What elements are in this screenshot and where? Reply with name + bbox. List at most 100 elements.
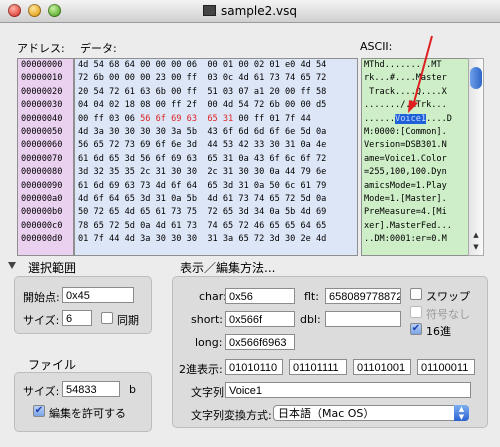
scroll-down-arrow[interactable]: ▼ (469, 241, 483, 253)
ascii-selection[interactable]: Voice1 (395, 113, 427, 124)
long-field[interactable]: 0x566f6963 (225, 334, 295, 350)
short-label: short: (191, 313, 223, 326)
address-row: 00000040 (21, 113, 63, 124)
hex-row[interactable]: 4d 6f 64 65 3d 31 0a 5b 4d 61 73 74 65 7… (78, 193, 357, 206)
address-row: 000000b0 (21, 207, 63, 218)
binary-field-2[interactable]: 01101111 (289, 359, 347, 375)
unsigned-label: 符号なし (426, 308, 470, 321)
hex-checkbox[interactable]: ✔ (410, 323, 422, 335)
scroll-up-arrow[interactable]: ▲ (469, 229, 483, 241)
hex-row[interactable]: 04 04 02 18 08 00 ff 2f 00 4d 54 72 6b 0… (78, 99, 357, 112)
address-column: 00000000 00000010 00000020 00000030 00000040… (17, 58, 74, 256)
ascii-row[interactable]: =255,100,100.Dyn (364, 166, 469, 179)
hex-row-suffix: 00 ff 01 7f 44 (233, 113, 311, 124)
size-label: サイズ: (23, 314, 60, 327)
long-label: long: (195, 336, 223, 349)
hex-label: 16進 (426, 325, 451, 338)
ascii-row[interactable]: PreMeasure=4.[Mi (364, 206, 469, 219)
ascii-row[interactable]: amicsMode=1.Play (364, 180, 469, 193)
address-row: 00000070 (21, 153, 63, 164)
sync-label: 同期 (117, 314, 139, 327)
hex-row[interactable]: 61 6d 65 3d 56 6f 69 63 65 31 0a 43 6f 6… (78, 153, 357, 166)
file-size-field: 54833 (62, 381, 120, 397)
flt-label: flt: (304, 290, 319, 303)
ascii-row[interactable]: ......Voice1....D (364, 113, 469, 126)
address-row: 000000d0 (21, 234, 63, 245)
address-row: 00000010 (21, 73, 63, 84)
ascii-row[interactable]: M:0000:[Common]. (364, 126, 469, 139)
hex-row[interactable]: 00 ff 03 06 56 6f 69 63 65 31 00 ff 01 7… (78, 113, 357, 126)
edit-label: 編集を許可する (49, 407, 126, 420)
hex-row[interactable]: 20 54 72 61 63 6b 00 ff 51 03 07 a1 20 0… (78, 86, 357, 99)
address-row: 00000020 (21, 86, 63, 97)
binary-field-1[interactable]: 01010110 (225, 359, 283, 375)
hex-row[interactable]: 56 65 72 73 69 6f 6e 3d 44 53 42 33 30 3… (78, 139, 357, 152)
char-label: char: (199, 290, 227, 303)
disclosure-triangle[interactable] (8, 262, 16, 269)
ascii-row[interactable]: rk...#....Master (364, 72, 469, 85)
binary-field-4[interactable]: 01100011 (417, 359, 475, 375)
select-arrows-icon: ▲ ▼ (454, 405, 469, 421)
ascii-row[interactable]: Version=DSB301.N (364, 139, 469, 152)
binary-field-3[interactable]: 01101001 (353, 359, 411, 375)
string-label: 文字列: (191, 386, 228, 399)
file-size-unit: b (129, 383, 136, 396)
hex-data-view[interactable]: 4d 54 68 64 00 00 00 06 00 01 00 02 01 e… (74, 58, 358, 256)
file-size-label: サイズ: (23, 385, 60, 398)
hex-row[interactable]: 72 6b 00 00 00 23 00 ff 03 0c 4d 61 73 7… (78, 72, 357, 85)
hex-row[interactable]: 01 7f 44 4d 3a 30 30 30 31 3a 65 72 3d 3… (78, 233, 357, 246)
window-title-text: sample2.vsq (220, 4, 298, 18)
data-header: データ: (80, 42, 117, 55)
char-field[interactable]: 0x56 (225, 288, 295, 304)
start-field[interactable]: 0x45 (62, 287, 134, 303)
encoding-label: 文字列変換方式: (191, 409, 272, 422)
ascii-row[interactable]: ......./.MTrk... (364, 99, 469, 112)
ascii-view[interactable]: MThd.........MT rk...#....Master Track...… (361, 58, 470, 256)
ascii-row-suffix: ....D (426, 113, 452, 124)
size-field[interactable]: 6 (62, 310, 92, 326)
binary-label: 2進表示: (179, 363, 223, 376)
ascii-row[interactable]: ame=Voice1.Color (364, 153, 469, 166)
short-field[interactable]: 0x566f (225, 311, 295, 327)
ascii-row[interactable]: MThd.........MT (364, 59, 469, 72)
hex-row[interactable]: 78 65 72 5d 0a 4d 61 73 74 65 72 46 65 6… (78, 220, 357, 233)
ascii-row[interactable]: Mode=1.[Master]. (364, 193, 469, 206)
ascii-row[interactable]: Track....Q....X (364, 86, 469, 99)
encoding-select[interactable]: 日本語（Mac OS） ▲ ▼ (273, 405, 469, 421)
start-label: 開始点: (23, 291, 60, 304)
address-row: 00000080 (21, 167, 63, 178)
swap-label: スワップ (426, 290, 470, 303)
range-group: 開始点: 0x45 サイズ: 6 同期 (14, 276, 152, 334)
dbl-label: dbl: (300, 313, 321, 326)
title-bar: sample2.vsq (0, 0, 500, 23)
flt-field[interactable]: 658089778872 (325, 288, 401, 304)
unsigned-checkbox (410, 306, 422, 318)
hex-row[interactable]: 50 72 65 4d 65 61 73 75 72 65 3d 34 0a 5… (78, 206, 357, 219)
hex-row[interactable]: 3d 32 35 35 2c 31 30 30 2c 31 30 30 0a 4… (78, 166, 357, 179)
ascii-header: ASCII: (360, 40, 393, 53)
hex-editor-window: sample2.vsq アドレス: データ: ASCII: 00000000 00… (0, 0, 500, 447)
file-section-label: ファイル (28, 358, 77, 372)
address-row: 00000090 (21, 180, 63, 191)
display-group: char: 0x56 flt: 658089778872 short: 0x56… (172, 276, 488, 428)
address-row: 00000030 (21, 100, 63, 111)
edit-checkbox[interactable]: ✔ (33, 405, 45, 417)
address-row: 000000a0 (21, 193, 63, 204)
string-field[interactable]: Voice1 (225, 382, 471, 398)
ascii-row[interactable]: ..DM:0001:er=0.M (364, 233, 469, 246)
swap-checkbox[interactable] (410, 288, 422, 300)
file-group: サイズ: 54833 b ✔ 編集を許可する (14, 372, 152, 432)
document-icon (202, 5, 216, 16)
address-row: 00000050 (21, 126, 63, 137)
hex-row[interactable]: 4d 54 68 64 00 00 00 06 00 01 00 02 01 e… (78, 59, 357, 72)
hex-row[interactable]: 61 6d 69 63 73 4d 6f 64 65 3d 31 0a 50 6… (78, 180, 357, 193)
vertical-scrollbar[interactable]: ▲ ▼ (468, 58, 484, 256)
hex-row[interactable]: 4d 3a 30 30 30 30 3a 5b 43 6f 6d 6d 6f 6… (78, 126, 357, 139)
dbl-field[interactable] (325, 311, 401, 327)
scroll-thumb[interactable] (470, 67, 482, 89)
ascii-row[interactable]: xer].MasterFed... (364, 220, 469, 233)
range-section-label: 選択範囲 (28, 261, 77, 275)
encoding-value: 日本語（Mac OS） (278, 407, 375, 420)
hex-selected-bytes[interactable]: 56 6f 69 63 65 31 (140, 114, 233, 124)
sync-checkbox[interactable] (101, 312, 113, 324)
